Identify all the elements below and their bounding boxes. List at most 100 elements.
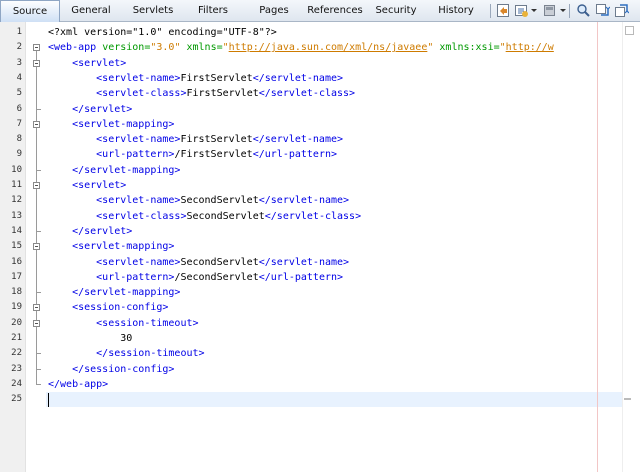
fold-guide bbox=[36, 189, 37, 231]
line-number: 17 bbox=[11, 271, 22, 282]
line-number: 20 bbox=[11, 317, 22, 328]
fold-toggle-icon[interactable] bbox=[33, 319, 40, 327]
tab-servlets[interactable]: Servlets bbox=[122, 1, 184, 20]
line-number: 21 bbox=[11, 333, 22, 343]
code-token: </servlet> bbox=[48, 103, 133, 115]
code-token: http://java.sun.com/xml/ns/javaee bbox=[228, 42, 428, 54]
line-number: 22 bbox=[11, 348, 22, 359]
history-icon[interactable] bbox=[514, 3, 529, 18]
fold-guide bbox=[36, 127, 37, 170]
code-token: http://w bbox=[505, 42, 554, 54]
code-line[interactable]: <servlet-name>FirstServlet</servlet-name… bbox=[48, 132, 343, 147]
code-token: </web-app> bbox=[48, 378, 109, 390]
back-icon[interactable] bbox=[496, 3, 511, 18]
code-line[interactable]: <web-app version="3.0" xmlns="http://jav… bbox=[48, 40, 554, 55]
line-number: 2 bbox=[16, 42, 22, 53]
previous-occurrence-icon[interactable] bbox=[595, 3, 611, 18]
fold-end-mark bbox=[36, 383, 41, 385]
code-token: <servlet-name> bbox=[48, 72, 181, 84]
code-token: </servlet-class> bbox=[258, 88, 356, 100]
history-dropdown-icon[interactable] bbox=[531, 9, 537, 12]
code-line[interactable]: </web-app> bbox=[48, 377, 108, 392]
code-line[interactable]: <servlet-mapping> bbox=[48, 239, 174, 254]
line-number: 4 bbox=[16, 72, 22, 83]
find-icon[interactable] bbox=[576, 3, 591, 18]
code-token: </servlet-mapping> bbox=[48, 287, 181, 299]
line-number: 1 bbox=[16, 27, 22, 37]
code-line[interactable]: <servlet-name>SecondServlet</servlet-nam… bbox=[48, 193, 349, 208]
code-token: <servlet-name> bbox=[48, 256, 181, 268]
code-token: <servlet-mapping> bbox=[48, 241, 175, 253]
fold-toggle-icon[interactable] bbox=[33, 304, 40, 312]
line-number: 12 bbox=[11, 195, 22, 206]
code-token: </servlet-mapping> bbox=[48, 164, 181, 176]
code-line[interactable]: <session-config> bbox=[48, 300, 168, 315]
code-line[interactable]: </servlet> bbox=[48, 224, 132, 239]
code-line[interactable]: <servlet-name>SecondServlet</servlet-nam… bbox=[48, 255, 349, 270]
code-token: SecondServlet bbox=[186, 210, 265, 222]
fold-toggle-icon[interactable] bbox=[33, 243, 40, 251]
line-number: 11 bbox=[11, 180, 22, 190]
error-stripe[interactable] bbox=[622, 22, 640, 472]
code-line[interactable]: <?xml version="1.0" encoding="UTF-8"?> bbox=[48, 25, 277, 40]
fold-end-mark bbox=[36, 353, 41, 355]
code-token: <servlet-class> bbox=[48, 88, 187, 100]
code-token: xmlns:xsi= bbox=[439, 42, 500, 54]
fold-end-mark bbox=[36, 292, 41, 294]
code-token: <servlet> bbox=[48, 57, 127, 69]
fold-end-mark bbox=[36, 368, 41, 370]
error-stripe-mark[interactable] bbox=[624, 398, 631, 400]
line-number: 14 bbox=[11, 225, 22, 236]
code-token: 30 bbox=[48, 333, 133, 344]
code-token: </session-timeout> bbox=[48, 348, 205, 360]
code-line[interactable]: </session-config> bbox=[48, 362, 174, 377]
fold-toggle-icon[interactable] bbox=[33, 44, 40, 52]
tab-general[interactable]: General bbox=[62, 1, 120, 20]
tab-filters[interactable]: Filters bbox=[186, 1, 240, 20]
code-token: </servlet> bbox=[48, 225, 133, 237]
code-line[interactable]: <servlet-class>FirstServlet</servlet-cla… bbox=[48, 86, 355, 101]
code-token: <servlet-class> bbox=[48, 210, 187, 222]
code-line[interactable]: <servlet-name>FirstServlet</servlet-name… bbox=[48, 71, 343, 86]
line-number: 5 bbox=[16, 88, 22, 99]
line-number: 16 bbox=[11, 256, 22, 267]
code-line[interactable]: </servlet> bbox=[48, 102, 132, 117]
code-line[interactable]: <url-pattern>/SecondServlet</url-pattern… bbox=[48, 270, 343, 285]
code-token: <?xml version="1.0" encoding="UTF-8"?> bbox=[48, 27, 277, 38]
netbeans-xml-editor: Source General Servlets Filters Pages Re… bbox=[0, 0, 640, 472]
line-number: 6 bbox=[16, 103, 22, 114]
toolbar-separator bbox=[490, 4, 491, 18]
run-dropdown-icon[interactable] bbox=[560, 9, 566, 12]
tab-references[interactable]: References bbox=[304, 1, 366, 20]
next-occurrence-icon[interactable] bbox=[614, 3, 630, 18]
code-line[interactable]: <servlet> bbox=[48, 178, 126, 193]
code-editor[interactable]: 1 <?xml version="1.0" encoding="UTF-8"?> 2… bbox=[0, 22, 640, 472]
code-line[interactable]: <servlet-mapping> bbox=[48, 117, 174, 132]
code-line[interactable]: <url-pattern>/FirstServlet</url-pattern> bbox=[48, 147, 337, 162]
line-number: 25 bbox=[11, 394, 22, 405]
editor-toolbar: Source General Servlets Filters Pages Re… bbox=[0, 0, 640, 22]
code-token: <url-pattern> bbox=[48, 271, 175, 283]
code-line[interactable]: 30 bbox=[48, 331, 132, 346]
fold-toggle-icon[interactable] bbox=[33, 182, 40, 189]
tab-source[interactable]: Source bbox=[0, 0, 60, 22]
code-token: "3.0" bbox=[150, 42, 181, 54]
tab-pages[interactable]: Pages bbox=[244, 1, 304, 20]
tab-security[interactable]: Security bbox=[368, 1, 424, 20]
code-line[interactable]: <servlet> bbox=[48, 56, 126, 71]
code-line[interactable]: <servlet-class>SecondServlet</servlet-cl… bbox=[48, 209, 361, 224]
code-token: <servlet> bbox=[48, 180, 127, 191]
line-number: 15 bbox=[11, 241, 22, 252]
line-number: 10 bbox=[11, 164, 22, 175]
tab-history[interactable]: History bbox=[428, 1, 484, 20]
code-line[interactable]: </servlet-mapping> bbox=[48, 163, 180, 178]
run-icon[interactable] bbox=[542, 3, 557, 18]
code-token: </url-pattern> bbox=[252, 149, 338, 161]
code-token: xmlns= bbox=[186, 42, 223, 54]
code-line[interactable]: </servlet-mapping> bbox=[48, 285, 180, 300]
code-line[interactable]: </session-timeout> bbox=[48, 346, 205, 361]
fold-toggle-icon[interactable] bbox=[33, 59, 40, 67]
line-number: 3 bbox=[16, 57, 22, 68]
code-line[interactable]: <session-timeout> bbox=[48, 316, 198, 331]
fold-toggle-icon[interactable] bbox=[33, 120, 40, 128]
